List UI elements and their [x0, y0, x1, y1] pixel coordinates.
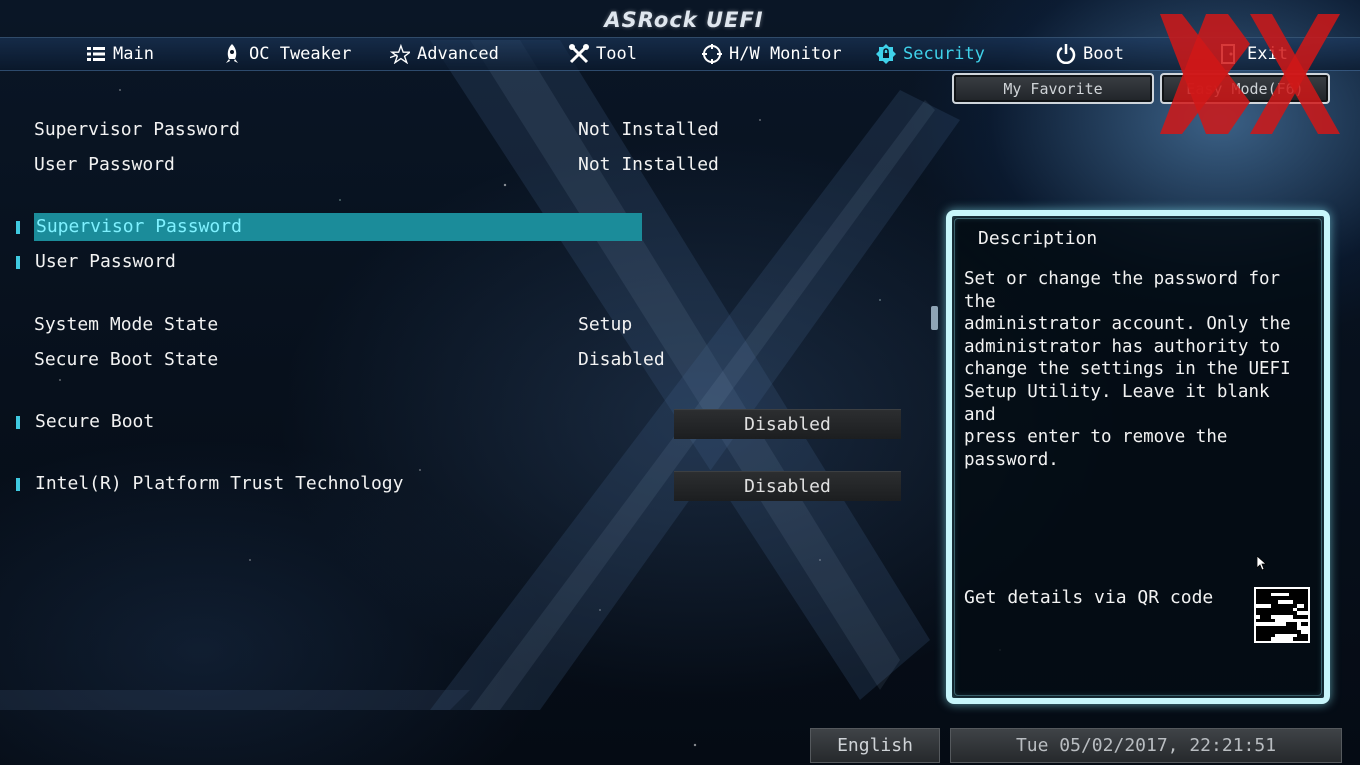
datetime-display: Tue 05/02/2017, 22:21:51	[950, 728, 1342, 763]
asrock-uefi-logo: ASRock UEFI	[604, 8, 764, 32]
supervisor-password-item[interactable]: Supervisor Password	[36, 216, 242, 237]
system-mode-state-label: System Mode State	[34, 314, 219, 335]
tools-icon	[569, 44, 589, 64]
tab-advanced[interactable]: Advanced	[390, 38, 499, 70]
rocket-icon	[222, 44, 242, 64]
intel-ptt-dropdown[interactable]: Disabled	[674, 471, 901, 501]
star-icon	[390, 44, 410, 64]
tab-security[interactable]: Security	[876, 38, 985, 70]
tab-hw-monitor[interactable]: H/W Monitor	[702, 38, 842, 70]
tab-main[interactable]: Main	[86, 38, 154, 70]
easy-mode-button[interactable]: Easy Mode(F6)	[1160, 73, 1330, 104]
item-marker	[16, 221, 20, 234]
secure-boot-dropdown[interactable]: Disabled	[674, 409, 901, 439]
tab-hw-monitor-label: H/W Monitor	[729, 44, 842, 64]
my-favorite-button[interactable]: My Favorite	[952, 73, 1154, 104]
secure-boot-state-label: Secure Boot State	[34, 349, 219, 370]
user-password-status-label: User Password	[34, 154, 175, 175]
tab-main-label: Main	[113, 44, 154, 64]
item-marker	[16, 478, 20, 491]
item-marker	[16, 256, 20, 269]
tab-exit[interactable]: Exit	[1220, 38, 1288, 70]
user-password-status-value: Not Installed	[578, 154, 719, 175]
shield-icon	[876, 44, 896, 64]
list-icon	[86, 44, 106, 64]
tab-tool[interactable]: Tool	[569, 38, 637, 70]
supervisor-password-status-label: Supervisor Password	[34, 119, 240, 140]
description-title: Description	[978, 228, 1098, 249]
intel-ptt-item[interactable]: Intel(R) Platform Trust Technology	[35, 473, 403, 494]
tab-boot[interactable]: Boot	[1056, 38, 1124, 70]
exit-icon	[1220, 44, 1240, 64]
scrollbar-thumb[interactable]	[931, 306, 938, 330]
language-button[interactable]: English	[810, 728, 940, 763]
mouse-cursor-icon	[1257, 556, 1267, 571]
system-mode-state-value: Setup	[578, 314, 633, 335]
power-icon	[1056, 44, 1076, 64]
qr-code-label: Get details via QR code	[964, 587, 1214, 608]
monitor-icon	[702, 44, 722, 64]
top-navigation-bar: Main OC Tweaker Advanced Tool H/W Monito…	[0, 37, 1360, 71]
tab-boot-label: Boot	[1083, 44, 1124, 64]
supervisor-password-status-value: Not Installed	[578, 119, 719, 140]
tab-exit-label: Exit	[1247, 44, 1288, 64]
tab-advanced-label: Advanced	[417, 44, 499, 64]
tab-security-label: Security	[903, 44, 985, 64]
tab-oc-tweaker[interactable]: OC Tweaker	[222, 38, 351, 70]
secure-boot-item[interactable]: Secure Boot	[35, 411, 154, 432]
user-password-item[interactable]: User Password	[35, 251, 176, 272]
secure-boot-state-value: Disabled	[578, 349, 665, 370]
description-text: Set or change the password for the admin…	[964, 269, 1291, 470]
tab-tool-label: Tool	[596, 44, 637, 64]
tab-oc-tweaker-label: OC Tweaker	[249, 44, 352, 64]
item-marker	[16, 416, 20, 429]
qr-code	[1254, 587, 1310, 643]
